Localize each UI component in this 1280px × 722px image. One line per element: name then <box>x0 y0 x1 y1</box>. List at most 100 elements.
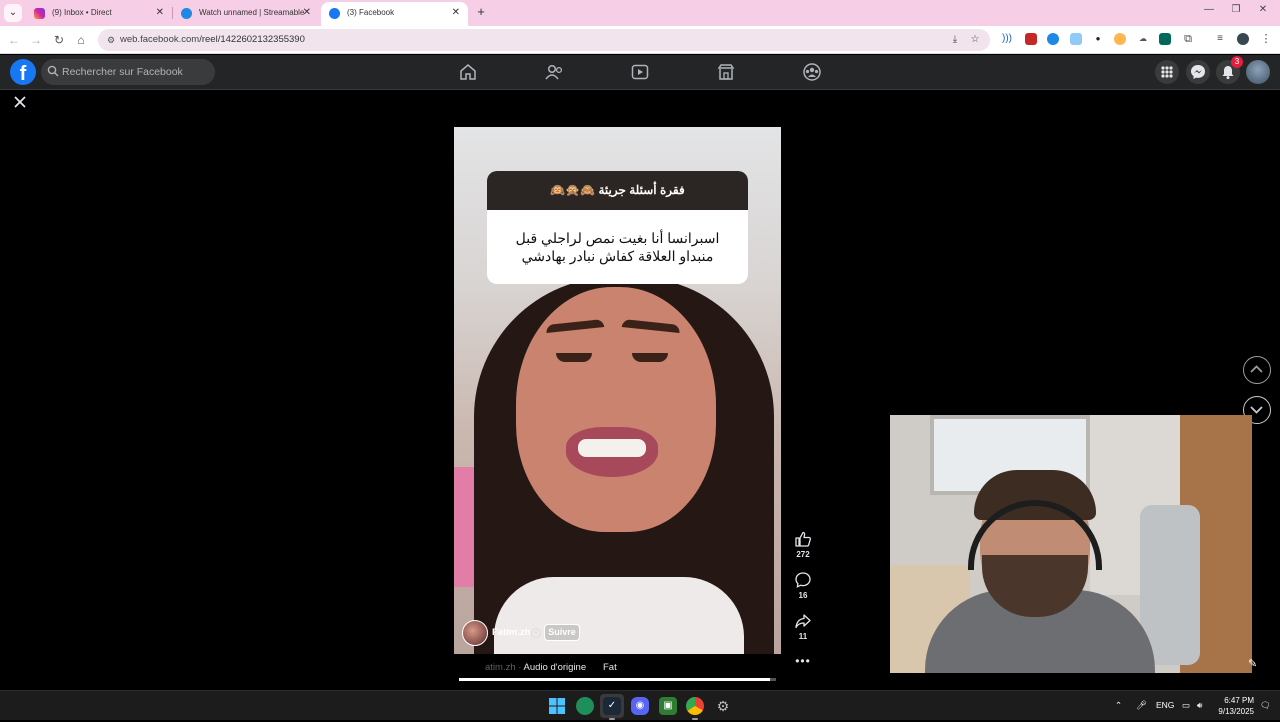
extension-screen-icon[interactable] <box>1070 33 1082 45</box>
tab-title: Watch unnamed | Streamable <box>199 8 305 17</box>
messenger-icon[interactable] <box>1186 60 1210 84</box>
back-icon[interactable]: ← <box>6 32 22 48</box>
install-app-icon[interactable]: ⤓ <box>948 33 962 47</box>
minimize-icon[interactable]: — <box>1202 4 1216 15</box>
forward-icon[interactable]: → <box>28 32 44 48</box>
system-clock[interactable]: 6:47 PM 9/13/2025 <box>1216 695 1254 717</box>
chrome-icon[interactable] <box>686 697 704 715</box>
like-icon[interactable] <box>794 530 812 548</box>
streamable-icon <box>181 8 192 19</box>
chevron-up-icon <box>1250 365 1263 373</box>
audio-ticker[interactable]: atim.zh · Audio d'origine <box>485 662 586 673</box>
tab-streamable[interactable]: Watch unnamed | Streamable ✕ <box>173 2 319 24</box>
close-window-icon[interactable]: ✕ <box>1256 4 1270 15</box>
notification-badge: 3 <box>1231 56 1243 68</box>
video-person-eye <box>556 353 592 362</box>
discord-icon[interactable]: ◉ <box>631 697 649 715</box>
close-viewer-icon[interactable] <box>12 94 28 110</box>
extension-red-icon[interactable] <box>1025 33 1037 45</box>
browser-menu-icon[interactable]: ⋮ <box>1260 33 1272 45</box>
like-count: 272 <box>796 550 810 559</box>
author-name[interactable]: Fatim.zh <box>492 627 531 638</box>
volume-icon[interactable]: 🔊︎ <box>1197 700 1202 711</box>
site-info-icon[interactable]: ⚙ <box>104 33 118 47</box>
edge-icon[interactable] <box>576 697 594 715</box>
tab-close-icon[interactable]: ✕ <box>156 2 164 24</box>
network-icon[interactable]: ▭ <box>1182 700 1190 711</box>
facebook-search-input[interactable]: Rechercher sur Facebook <box>41 59 215 85</box>
previous-reel-button[interactable] <box>1243 356 1271 384</box>
share-icon[interactable] <box>794 612 812 630</box>
video-icon[interactable] <box>630 63 650 81</box>
home-button-icon[interactable]: ⌂ <box>73 32 89 48</box>
video-progress-bar[interactable] <box>459 678 776 681</box>
green-app-icon[interactable]: ▣ <box>659 697 677 715</box>
media-controls-icon[interactable]: ≡ <box>1214 33 1226 45</box>
clock-date: 9/13/2025 <box>1218 707 1254 716</box>
browser-toolbar: ← → ↻ ⌂ ⚙ web.facebook.com/reel/14226021… <box>0 26 1280 54</box>
tab-title: (9) Inbox • Direct <box>52 8 112 17</box>
new-tab-button[interactable]: + <box>474 4 488 20</box>
extension-cloud-icon[interactable]: ☁ <box>1137 33 1149 45</box>
reel-video[interactable]: فقرة أسئلة جريئة 🙈🙊🙉 اسبرانسا أنا بغيت ن… <box>454 127 781 654</box>
address-bar[interactable]: ⚙ web.facebook.com/reel/1422602132355390… <box>98 29 990 51</box>
language-indicator[interactable]: ENG <box>1156 700 1174 710</box>
home-icon[interactable] <box>458 63 478 81</box>
search-icon <box>47 65 59 77</box>
tab-close-icon[interactable]: ✕ <box>303 2 311 24</box>
video-person-shirt <box>494 577 744 654</box>
tab-instagram[interactable]: (9) Inbox • Direct ✕ <box>26 2 172 24</box>
webcam-overlay <box>890 415 1252 673</box>
tray-overflow-icon[interactable]: ⌃ <box>1115 700 1122 711</box>
steam-icon[interactable]: ✓ <box>603 697 621 715</box>
bookmark-star-icon[interactable]: ☆ <box>968 33 982 47</box>
tab-close-icon[interactable]: ✕ <box>452 2 460 24</box>
extension-orange-icon[interactable] <box>1114 33 1126 45</box>
share-action[interactable]: 11 <box>790 612 816 641</box>
extension-chart-icon[interactable] <box>1159 33 1171 45</box>
comment-action[interactable]: 16 <box>790 571 816 600</box>
audio-ticker-next: Fat <box>603 662 617 673</box>
video-progress-fill <box>459 678 770 681</box>
marketplace-icon[interactable] <box>716 63 736 81</box>
reload-icon[interactable]: ↻ <box>51 32 67 48</box>
extension-blue-icon[interactable] <box>1047 33 1059 45</box>
clock-time: 6:47 PM <box>1224 696 1254 705</box>
extensions-puzzle-icon[interactable]: ⧉ <box>1182 33 1194 45</box>
author-avatar[interactable] <box>462 620 488 646</box>
extension-audio-icon[interactable]: ))) <box>1001 33 1013 45</box>
menu-grid-icon[interactable] <box>1155 60 1179 84</box>
microphone-icon[interactable]: 🎤︎ <box>1136 700 1147 711</box>
settings-gear-icon[interactable]: ⚙ <box>714 697 732 715</box>
share-count: 11 <box>798 632 808 641</box>
windows-taskbar: ✓ ◉ ▣ ⚙ ⌃ 🎤︎ ENG ▭ 🔊︎ 6:47 PM 9/13/2025 … <box>0 690 1280 720</box>
video-person-teeth <box>578 439 646 457</box>
facebook-header: f Rechercher sur Facebook <box>0 55 1280 90</box>
verified-icon: ● <box>531 628 541 638</box>
follow-button[interactable]: Suivre <box>544 624 580 641</box>
profile-avatar-icon[interactable] <box>1237 33 1249 45</box>
question-header: فقرة أسئلة جريئة 🙈🙊🙉 <box>487 171 748 210</box>
notification-center-icon[interactable]: 🗨︎ <box>1260 700 1271 711</box>
video-background-object <box>454 467 476 587</box>
facebook-icon <box>329 8 340 19</box>
address-url[interactable]: web.facebook.com/reel/1422602132355390 <box>120 29 305 51</box>
tab-title: (3) Facebook <box>347 8 395 17</box>
friends-icon[interactable] <box>544 63 564 81</box>
like-action[interactable]: 272 <box>790 530 816 559</box>
comment-icon[interactable] <box>794 571 812 589</box>
extension-panda-icon[interactable]: ● <box>1092 33 1104 45</box>
search-placeholder: Rechercher sur Facebook <box>62 66 183 78</box>
account-avatar[interactable] <box>1246 60 1270 84</box>
facebook-logo[interactable]: f <box>10 59 36 85</box>
tab-search-button[interactable]: ⌄ <box>4 4 22 22</box>
restore-icon[interactable]: ❐ <box>1229 4 1243 15</box>
groups-icon[interactable] <box>802 63 822 81</box>
tab-facebook[interactable]: (3) Facebook ✕ <box>321 2 468 26</box>
video-person-face <box>516 287 716 532</box>
question-text: اسبرانسا أنا بغيت نمص لراجلي قبل منبداو … <box>515 230 720 264</box>
edit-icon[interactable]: ✎ <box>1248 657 1264 673</box>
more-options-icon[interactable]: ••• <box>795 654 811 668</box>
windows-start-icon[interactable] <box>548 697 566 715</box>
audio-label: Audio d'origine <box>523 662 587 673</box>
